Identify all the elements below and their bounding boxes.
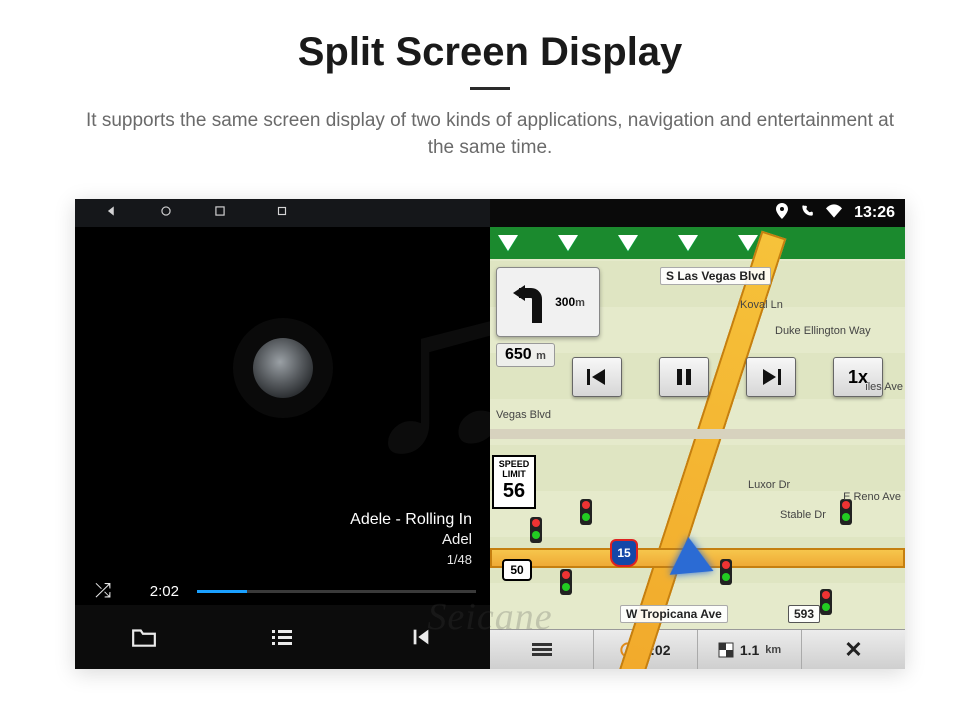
street-label: Koval Ln [740,299,783,311]
map-canvas[interactable]: 300m 650 m 1x SPEED LIMIT 56 [490,259,905,629]
current-distance-value: 650 [505,346,532,363]
page-title: Split Screen Display [0,30,980,75]
main-road [601,231,786,669]
lane-arrow-icon [618,235,638,251]
nav-bottom-bar: 0:02 1.1 km ✕ [490,629,905,669]
home-icon[interactable] [159,204,173,223]
minor-road [490,429,905,439]
device-screen: ♫ Adele - Rolling In Adel 1/48 ⤮ 2:02 [75,199,905,669]
music-pane: ♫ Adele - Rolling In Adel 1/48 ⤮ 2:02 [75,199,490,669]
distance-cell[interactable]: 1.1 km [698,630,802,669]
street-label: E Reno Ave [843,491,901,503]
player-progress-row: ⤮ 2:02 [75,574,490,605]
distance-unit: km [765,644,781,656]
traffic-light-icon [580,499,592,525]
progress-fill [197,590,247,593]
elapsed-time: 2:02 [135,583,179,600]
back-icon[interactable] [105,204,119,223]
progress-bar[interactable] [197,590,476,593]
navigation-pane: 13:26 300m 650 m [490,199,905,669]
page-header: Split Screen Display It supports the sam… [0,0,980,161]
lane-arrow-icon [558,235,578,251]
traffic-light-icon [560,569,572,595]
next-turn-distance: 300 [555,295,575,309]
next-turn-unit: m [575,297,585,309]
lane-arrow-icon [498,235,518,251]
speed-limit-value: 56 [494,480,534,502]
street-number: 593 [788,605,820,623]
phone-icon [800,204,814,223]
status-bar: 13:26 [490,199,905,227]
interstate-shield: 15 [610,539,638,567]
lane-arrow-icon [678,235,698,251]
sim-next-button[interactable] [746,357,796,397]
previous-track-icon[interactable] [352,605,490,669]
traffic-light-icon [820,589,832,615]
android-navbar [75,199,490,227]
speed-limit-sign: SPEED LIMIT 56 [492,455,536,509]
traffic-light-icon [720,559,732,585]
distance-value: 1.1 [740,642,759,658]
current-distance-label: 650 m [496,343,555,367]
wifi-icon [826,204,842,223]
track-index: 1/48 [75,551,472,569]
vehicle-cursor-icon [667,535,714,575]
street-label: Vegas Blvd [496,409,551,421]
route-shield: 50 [502,559,532,581]
title-divider [470,87,510,90]
page-subtitle: It supports the same screen display of t… [80,108,900,161]
close-icon: ✕ [844,637,862,663]
recents-icon[interactable] [213,204,227,223]
street-label: Duke Ellington Way [775,325,871,337]
clock: 13:26 [854,204,895,222]
location-icon [776,203,788,224]
close-nav-button[interactable]: ✕ [802,630,905,669]
street-label: W Tropicana Ave [620,605,728,623]
street-label: iles Ave [865,381,903,393]
street-label: S Las Vegas Blvd [660,267,771,285]
traffic-light-icon [530,517,542,543]
joystick-control[interactable] [253,338,313,398]
music-bottom-bar [75,605,490,669]
sim-pause-button[interactable] [659,357,709,397]
speed-limit-label: SPEED LIMIT [499,459,530,479]
street-label: Stable Dr [780,509,826,521]
sim-playback-bar: 1x [572,355,883,399]
lane-guidance-bar [490,227,905,259]
current-distance-unit: m [536,350,546,362]
menu-button[interactable] [490,630,594,669]
folder-icon[interactable] [75,605,213,669]
sim-prev-button[interactable] [572,357,622,397]
track-metadata: Adele - Rolling In Adel 1/48 [75,509,490,574]
playlist-icon[interactable] [213,605,351,669]
track-title: Adele - Rolling In [75,509,472,531]
next-turn-card[interactable]: 300m [496,267,600,337]
track-artist: Adel [75,530,472,550]
album-art-area: ♫ [75,227,490,509]
shuffle-icon[interactable]: ⤮ [89,580,117,603]
screenshot-icon[interactable] [275,204,289,223]
street-label: Luxor Dr [748,479,790,491]
